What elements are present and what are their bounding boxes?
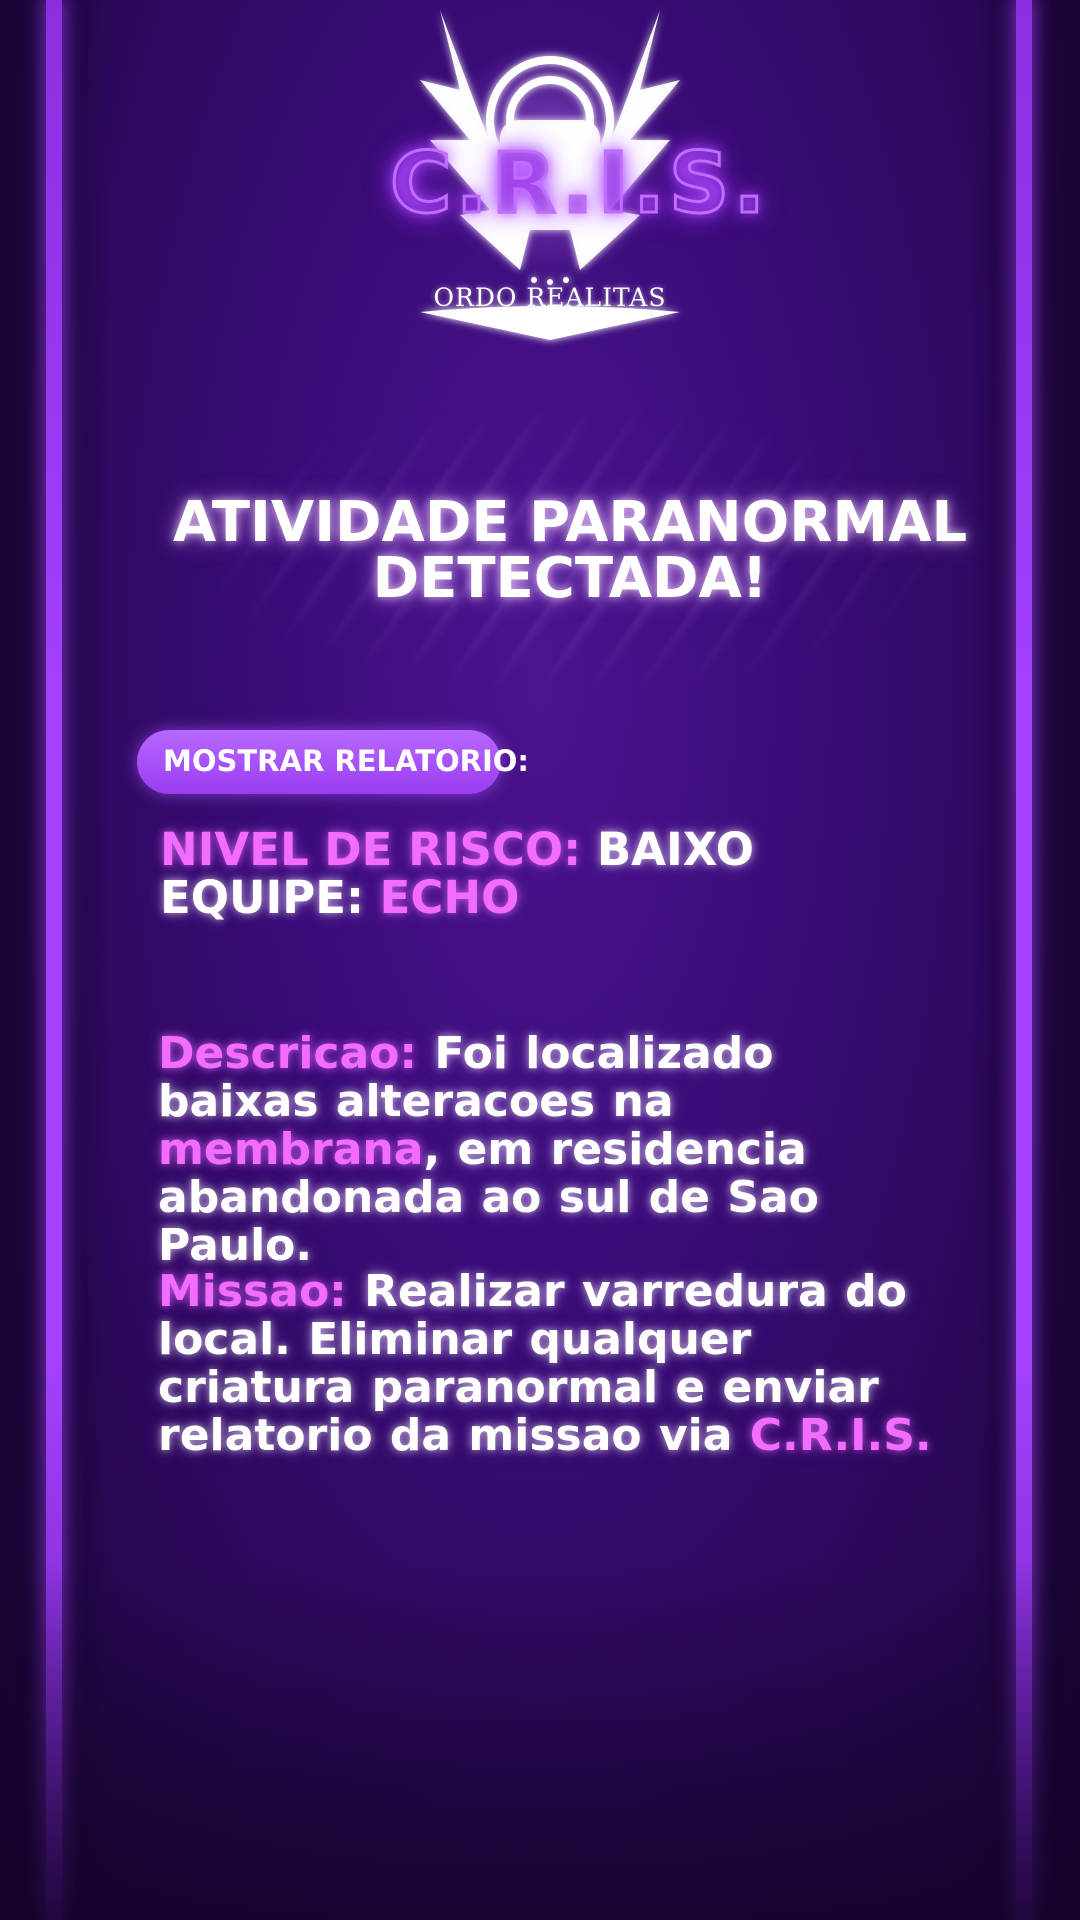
team-value: ECHO (364, 871, 520, 924)
team-label: EQUIPE: (160, 871, 364, 924)
description-paragraph: Descricao: Foi localizado baixas alterac… (158, 1030, 938, 1270)
cris-logo: C.R.I.S. ORDO REALITAS (389, 0, 770, 350)
mission-paragraph: Missao: Realizar varredura do local. Eli… (158, 1268, 938, 1460)
logo-acronym: C.R.I.S. (389, 133, 770, 234)
show-report-button[interactable]: MOSTRAR RELATORIO: (137, 730, 529, 794)
bottom-fade (0, 1560, 1080, 1920)
alert-line-2: DETECTADA! (372, 546, 768, 611)
logo-organization: ORDO REALITAS (433, 283, 667, 312)
description-label: Descricao: (158, 1028, 418, 1079)
show-report-label: MOSTRAR RELATORIO: (163, 744, 529, 778)
mission-label: Missao: (158, 1266, 347, 1317)
mission-stats: NIVEL DE RISCO: BAIXO EQUIPE: ECHO (160, 826, 754, 922)
description-highlight: membrana (158, 1124, 424, 1175)
mission-highlight: C.R.I.S. (749, 1410, 932, 1461)
risk-level-row: NIVEL DE RISCO: BAIXO (160, 826, 754, 874)
alert-headline: ATIVIDADE PARANORMAL DETECTADA! (160, 495, 980, 607)
risk-level-label: NIVEL DE RISCO: (160, 823, 582, 876)
alert-line-1: ATIVIDADE PARANORMAL (172, 490, 968, 555)
team-row: EQUIPE: ECHO (160, 874, 754, 922)
risk-level-value: BAIXO (581, 823, 755, 876)
